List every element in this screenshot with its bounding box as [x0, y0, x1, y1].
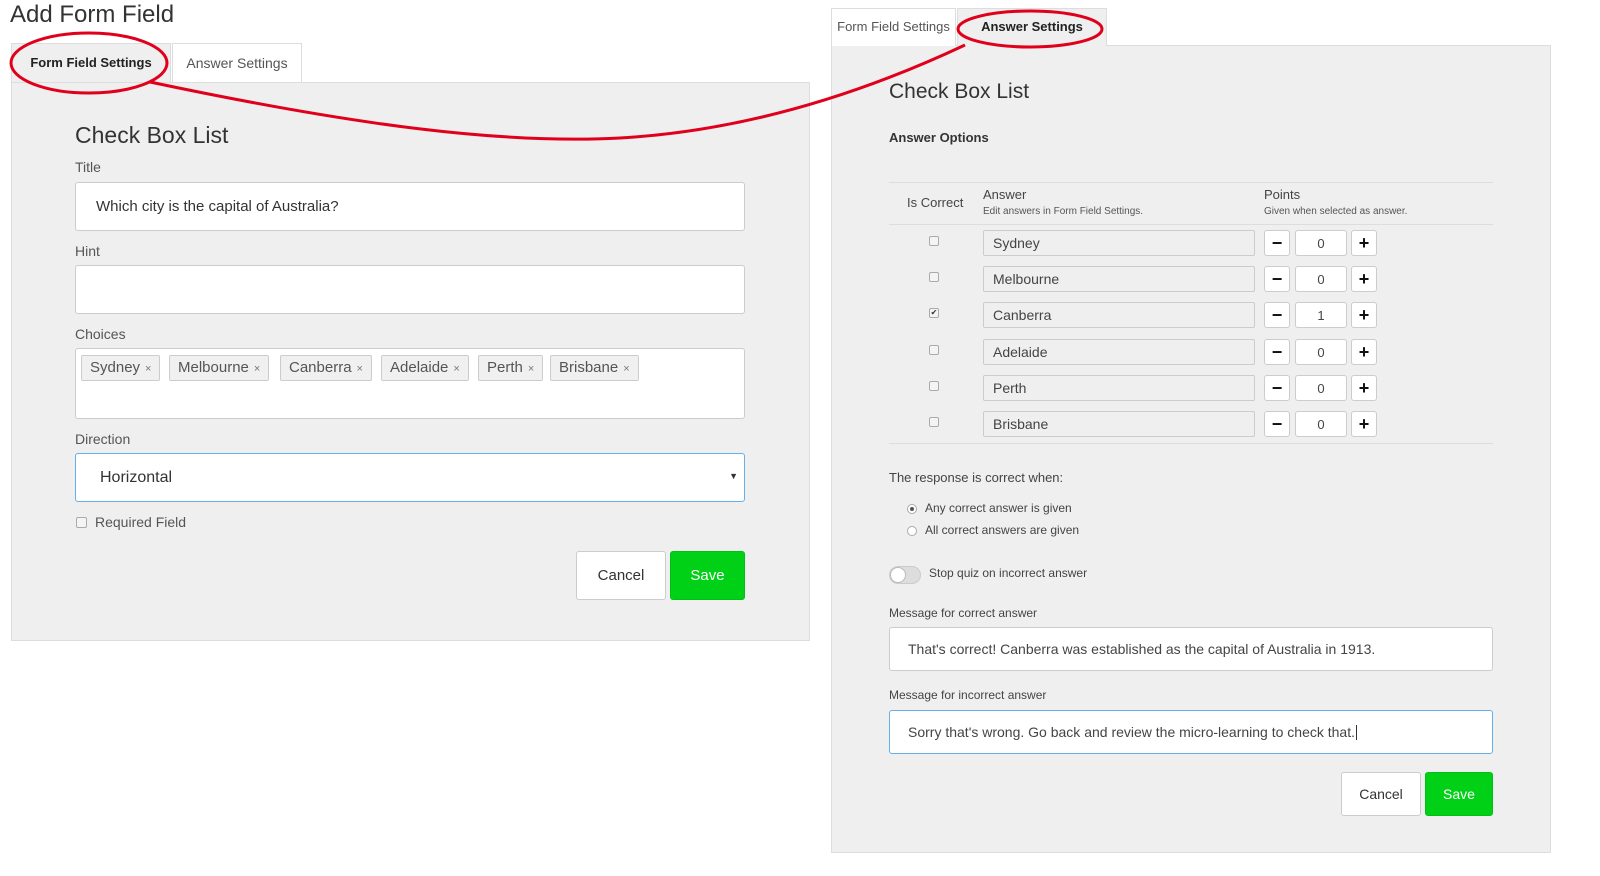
- radio-all-correct[interactable]: [907, 526, 917, 536]
- correct-message-input[interactable]: That's correct! Canberra was established…: [889, 627, 1493, 671]
- increment-points-button[interactable]: +: [1351, 411, 1377, 437]
- col-header-answer: Answer: [983, 187, 1027, 202]
- direction-select[interactable]: Horizontal ▼: [75, 453, 745, 502]
- choice-chip-label: Perth: [487, 359, 523, 376]
- points-input[interactable]: 0: [1295, 375, 1347, 401]
- remove-chip-icon[interactable]: ×: [453, 363, 459, 375]
- tab-form-field-settings[interactable]: Form Field Settings: [11, 43, 171, 83]
- remove-chip-icon[interactable]: ×: [145, 363, 151, 375]
- save-button[interactable]: Save: [670, 551, 745, 600]
- answer-options-title: Answer Options: [889, 130, 989, 145]
- decrement-points-button[interactable]: −: [1264, 230, 1290, 256]
- decrement-points-button[interactable]: −: [1264, 339, 1290, 365]
- is-correct-checkbox[interactable]: [929, 381, 939, 391]
- points-input[interactable]: 0: [1295, 230, 1347, 256]
- required-field-label: Required Field: [95, 514, 187, 530]
- save-button[interactable]: Save: [1425, 772, 1493, 816]
- table-top-divider: [889, 182, 1493, 183]
- choice-chip-label: Sydney: [90, 359, 141, 376]
- col-header-points: Points: [1264, 187, 1301, 202]
- points-input[interactable]: 0: [1295, 339, 1347, 365]
- required-field-checkbox[interactable]: [76, 517, 87, 528]
- field-type-heading: Check Box List: [889, 80, 1030, 103]
- choices-label: Choices: [75, 326, 126, 342]
- increment-points-button[interactable]: +: [1351, 302, 1377, 328]
- answer-input: Perth: [983, 375, 1255, 401]
- tab-form-field-settings[interactable]: Form Field Settings: [831, 8, 956, 46]
- decrement-points-button[interactable]: −: [1264, 375, 1290, 401]
- decrement-points-button[interactable]: −: [1264, 302, 1290, 328]
- decrement-points-button[interactable]: −: [1264, 266, 1290, 292]
- choice-chip: Sydney ×: [81, 355, 161, 381]
- remove-chip-icon[interactable]: ×: [357, 363, 363, 375]
- col-header-is-correct: Is Correct: [907, 195, 964, 210]
- caret-down-icon: ▼: [729, 471, 738, 481]
- choice-chip-label: Melbourne: [178, 359, 249, 376]
- radio-any-correct-label: Any correct answer is given: [925, 501, 1072, 515]
- title-label: Title: [75, 159, 101, 175]
- col-header-answer-hint: Edit answers in Form Field Settings.: [983, 206, 1144, 217]
- choice-chip-label: Canberra: [289, 359, 352, 376]
- incorrect-message-label: Message for incorrect answer: [889, 688, 1047, 702]
- response-correct-label: The response is correct when:: [889, 470, 1064, 485]
- choice-chip: Canberra ×: [280, 355, 372, 381]
- direction-label: Direction: [75, 431, 131, 447]
- increment-points-button[interactable]: +: [1351, 339, 1377, 365]
- is-correct-checkbox[interactable]: [929, 272, 939, 282]
- title-input[interactable]: Which city is the capital of Australia?: [75, 182, 745, 231]
- toggle-knob: [890, 567, 906, 583]
- tab-answer-settings[interactable]: Answer Settings: [957, 8, 1107, 46]
- choice-chip: Adelaide ×: [381, 355, 469, 381]
- points-input[interactable]: 0: [1295, 266, 1347, 292]
- answer-input: Adelaide: [983, 339, 1255, 365]
- radio-any-correct[interactable]: [907, 504, 917, 514]
- answer-input: Brisbane: [983, 411, 1255, 437]
- is-correct-checkbox[interactable]: [929, 345, 939, 355]
- increment-points-button[interactable]: +: [1351, 266, 1377, 292]
- radio-all-correct-label: All correct answers are given: [925, 523, 1080, 537]
- field-type-heading: Check Box List: [75, 122, 229, 148]
- choices-tag-input[interactable]: Sydney × Melbourne × Canberra × Adelaide × P…: [75, 348, 745, 419]
- choice-chip: Melbourne ×: [169, 355, 270, 381]
- correct-message-label: Message for correct answer: [889, 606, 1038, 620]
- is-correct-checkbox[interactable]: ✔: [929, 308, 939, 318]
- decrement-points-button[interactable]: −: [1264, 411, 1290, 437]
- points-input[interactable]: 1: [1295, 302, 1347, 328]
- answer-input: Canberra: [983, 302, 1255, 328]
- increment-points-button[interactable]: +: [1351, 230, 1377, 256]
- remove-chip-icon[interactable]: ×: [623, 363, 629, 375]
- table-bottom-divider: [889, 443, 1493, 444]
- incorrect-message-input[interactable]: Sorry that's wrong. Go back and review t…: [889, 710, 1493, 754]
- col-header-points-hint: Given when selected as answer.: [1264, 206, 1408, 217]
- tab-answer-settings[interactable]: Answer Settings: [172, 43, 302, 83]
- remove-chip-icon[interactable]: ×: [254, 363, 260, 375]
- answer-input: Melbourne: [983, 266, 1255, 292]
- stop-quiz-label: Stop quiz on incorrect answer: [929, 566, 1088, 580]
- increment-points-button[interactable]: +: [1351, 375, 1377, 401]
- incorrect-message-text: Sorry that's wrong. Go back and review t…: [908, 724, 1355, 740]
- direction-select-value: Horizontal: [100, 468, 173, 486]
- table-header-divider: [889, 224, 1493, 225]
- remove-chip-icon[interactable]: ×: [528, 363, 534, 375]
- hint-input[interactable]: [75, 265, 745, 314]
- choice-chip: Perth ×: [478, 355, 544, 381]
- choice-chip-label: Adelaide: [390, 359, 449, 376]
- answer-input: Sydney: [983, 230, 1255, 256]
- choice-chip: Brisbane ×: [550, 355, 639, 381]
- is-correct-checkbox[interactable]: [929, 236, 939, 246]
- cancel-button[interactable]: Cancel: [1341, 772, 1421, 816]
- hint-label: Hint: [75, 243, 100, 259]
- is-correct-checkbox[interactable]: [929, 417, 939, 427]
- cancel-button[interactable]: Cancel: [576, 551, 666, 600]
- text-cursor: [1356, 724, 1357, 740]
- points-input[interactable]: 0: [1295, 411, 1347, 437]
- choice-chip-label: Brisbane: [559, 359, 619, 376]
- page-title: Add Form Field: [10, 1, 175, 28]
- stop-quiz-toggle[interactable]: [889, 566, 921, 584]
